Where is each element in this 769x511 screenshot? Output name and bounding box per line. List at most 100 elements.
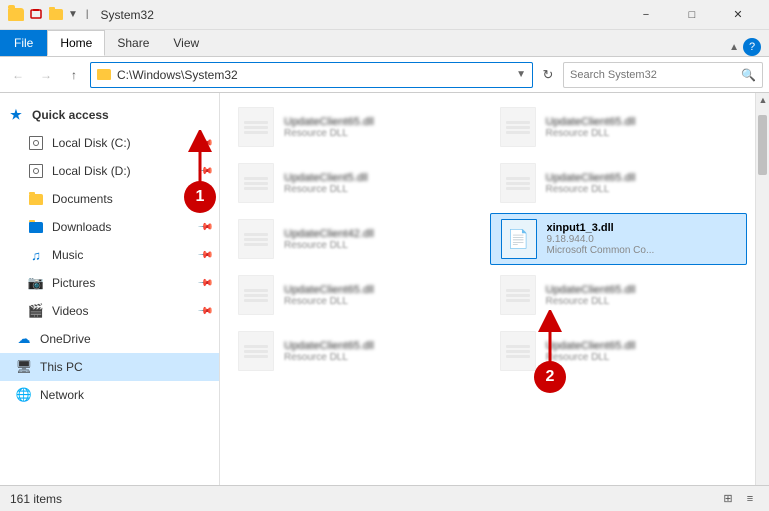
scrollbar[interactable]: ▲ (755, 93, 769, 485)
documents-icon (28, 191, 44, 207)
file-thumb (236, 275, 276, 315)
pin-icon-d: 📌 (196, 163, 213, 180)
list-item[interactable]: UpdateClient65.dll Resource DLL (490, 325, 748, 377)
pin-icon-c: 📌 (196, 135, 213, 152)
view-list-btn[interactable]: ≡ (741, 490, 759, 508)
list-item[interactable]: UpdateClient65.dll Resource DLL (228, 269, 486, 321)
selected-file-name: xinput1_3.dll (547, 222, 739, 234)
tab-view[interactable]: View (161, 30, 211, 56)
sidebar-item-music[interactable]: ♫ Music 📌 (0, 241, 219, 269)
folder2-icon-title (48, 7, 64, 23)
refresh-button[interactable]: ↻ (537, 64, 559, 86)
network-icon: 🌐 (16, 387, 32, 403)
ribbon-collapse-btn[interactable]: ▲ (729, 42, 739, 53)
back-button[interactable]: ← (6, 63, 30, 87)
sidebar-item-onedrive[interactable]: ☁ OneDrive (0, 325, 219, 353)
downloads-icon (28, 219, 44, 235)
music-icon: ♫ (28, 247, 44, 263)
scrollbar-thumb[interactable] (758, 115, 767, 175)
search-box[interactable]: 🔍 (563, 62, 763, 88)
main-content: ★ Quick access Local Disk (C:) 📌 Local D… (0, 93, 769, 485)
pin-icon-dl: 📌 (196, 219, 213, 236)
help-button[interactable]: ? (743, 38, 761, 56)
sidebar-item-pictures[interactable]: 📷 Pictures 📌 (0, 269, 219, 297)
address-chevron[interactable]: ▼ (516, 69, 526, 80)
minimize-button[interactable]: − (623, 0, 669, 30)
tab-file[interactable]: File (0, 30, 47, 56)
file-info: UpdateClient65.dll Resource DLL (546, 172, 740, 195)
address-folder-icon (97, 69, 111, 80)
disk-d-icon (28, 163, 44, 179)
up-button[interactable]: ↑ (62, 63, 86, 87)
sidebar-item-documents[interactable]: Documents 📌 (0, 185, 219, 213)
sidebar-item-local-disk-c[interactable]: Local Disk (C:) 📌 (0, 129, 219, 157)
search-icon[interactable]: 🔍 (741, 68, 756, 82)
pin-icon-title (28, 7, 44, 23)
file-info: UpdateClient65.dll Resource DLL (284, 116, 478, 139)
tab-share[interactable]: Share (105, 30, 161, 56)
ribbon-right: ▲ ? (729, 38, 769, 56)
tab-home[interactable]: Home (47, 30, 105, 56)
forward-button[interactable]: → (34, 63, 58, 87)
scroll-up-btn[interactable]: ▲ (756, 93, 769, 107)
disk-c-icon (28, 135, 44, 151)
file-info: UpdateClient65.dll Resource DLL (284, 340, 478, 363)
file-thumb (498, 163, 538, 203)
videos-icon: 🎬 (28, 303, 44, 319)
file-thumb (236, 107, 276, 147)
sidebar-item-this-pc[interactable]: 🖥 This PC (0, 353, 219, 381)
list-item[interactable]: UpdateClient5.dll Resource DLL (228, 157, 486, 209)
pin-icon-pics: 📌 (196, 275, 213, 292)
sidebar-item-network[interactable]: 🌐 Network (0, 381, 219, 409)
file-info: UpdateClient5.dll Resource DLL (284, 172, 478, 195)
this-pc-icon: 🖥 (16, 359, 32, 375)
file-thumb-selected: 📄 (499, 219, 539, 259)
file-thumb (236, 219, 276, 259)
view-controls: ⊞ ≡ (719, 490, 759, 508)
file-info-selected: xinput1_3.dll 9.18.944.0 Microsoft Commo… (547, 222, 739, 256)
ribbon-tabs: File Home Share View ▲ ? (0, 30, 769, 56)
window-title: System32 (101, 8, 154, 22)
sidebar-item-local-disk-d[interactable]: Local Disk (D:) 📌 (0, 157, 219, 185)
list-item-selected[interactable]: 📄 xinput1_3.dll 9.18.944.0 Microsoft Com… (490, 213, 748, 265)
sidebar: ★ Quick access Local Disk (C:) 📌 Local D… (0, 93, 220, 485)
pin-icon-docs: 📌 (196, 191, 213, 208)
title-separator: | (86, 9, 89, 20)
maximize-button[interactable]: □ (669, 0, 715, 30)
title-bar-icons: ▼ | (8, 7, 89, 23)
pin-icon-vid: 📌 (196, 303, 213, 320)
ribbon: File Home Share View ▲ ? (0, 30, 769, 57)
address-box[interactable]: C:\Windows\System32 ▼ (90, 62, 533, 88)
onedrive-icon: ☁ (16, 331, 32, 347)
list-item[interactable]: UpdateClient65.dll Resource DLL (228, 101, 486, 153)
list-item[interactable]: UpdateClient65.dll Resource DLL (490, 101, 748, 153)
file-grid: UpdateClient65.dll Resource DLL UpdateCl… (220, 93, 755, 485)
file-thumb (498, 331, 538, 371)
search-input[interactable] (570, 69, 737, 81)
sidebar-item-videos[interactable]: 🎬 Videos 📌 (0, 297, 219, 325)
address-bar-area: ← → ↑ C:\Windows\System32 ▼ ↻ 🔍 (0, 57, 769, 93)
list-item[interactable]: UpdateClient65.dll Resource DLL (490, 269, 748, 321)
selected-file-version: 9.18.944.0 (547, 234, 739, 245)
close-button[interactable]: ✕ (715, 0, 761, 30)
title-dropdown-btn[interactable]: ▼ (68, 9, 78, 20)
sidebar-item-downloads[interactable]: Downloads 📌 (0, 213, 219, 241)
view-large-icons-btn[interactable]: ⊞ (719, 490, 737, 508)
list-item[interactable]: UpdateClient65.dll Resource DLL (228, 325, 486, 377)
address-text: C:\Windows\System32 (117, 68, 510, 82)
list-item[interactable]: UpdateClient42.dll Resource DLL (228, 213, 486, 265)
sidebar-item-quick-access[interactable]: ★ Quick access (0, 101, 219, 129)
file-thumb (498, 275, 538, 315)
file-thumb (236, 163, 276, 203)
list-item[interactable]: UpdateClient65.dll Resource DLL (490, 157, 748, 209)
file-info: UpdateClient65.dll Resource DLL (546, 116, 740, 139)
file-info: UpdateClient42.dll Resource DLL (284, 228, 478, 251)
file-area: UpdateClient65.dll Resource DLL UpdateCl… (220, 93, 769, 485)
file-thumb (236, 331, 276, 371)
status-bar: 161 items ⊞ ≡ (0, 485, 769, 511)
file-info: UpdateClient65.dll Resource DLL (546, 284, 740, 307)
file-info: UpdateClient65.dll Resource DLL (546, 340, 740, 363)
title-bar: ▼ | System32 − □ ✕ (0, 0, 769, 30)
window-controls: − □ ✕ (623, 0, 761, 30)
item-count: 161 items (10, 492, 62, 506)
